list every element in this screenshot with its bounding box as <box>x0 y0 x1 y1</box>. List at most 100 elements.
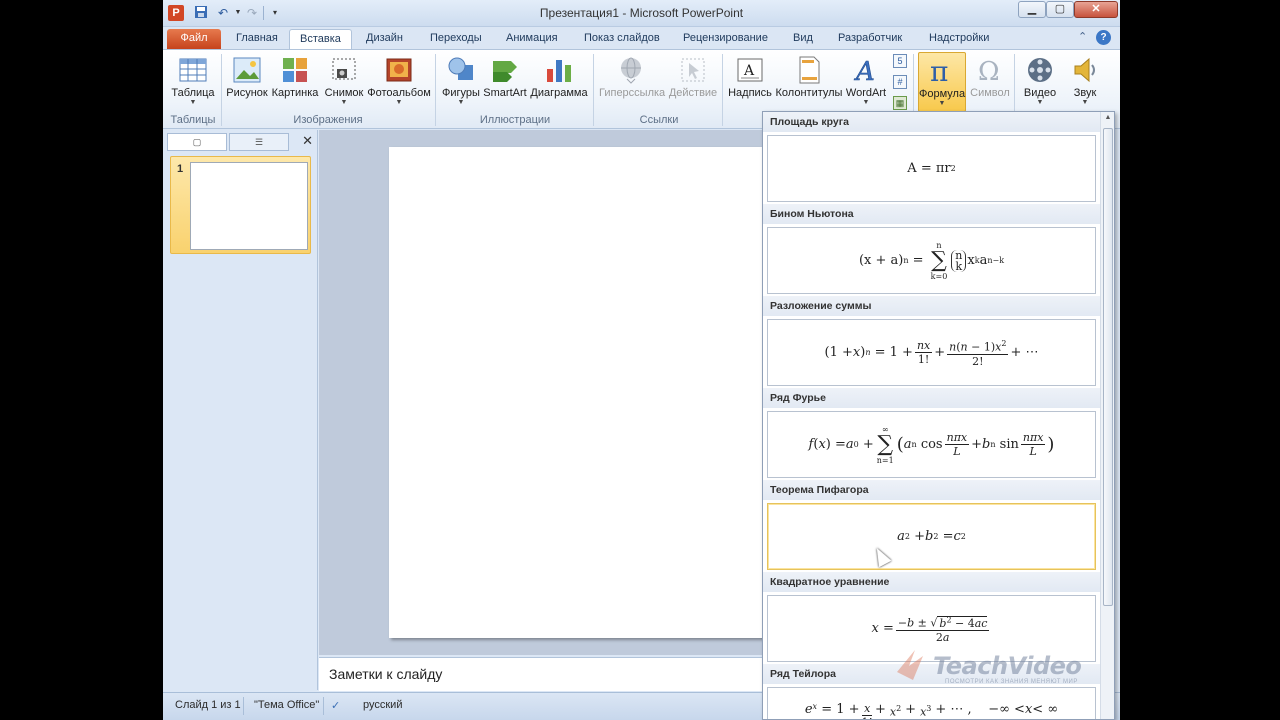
screenshot-button[interactable]: Снимок ▼ <box>322 52 366 112</box>
action-label: Действие <box>668 87 718 99</box>
textbox-label: Надпись <box>728 87 772 99</box>
gallery-item-title: Квадратное уравнение <box>763 572 1101 592</box>
clipart-icon <box>283 58 307 82</box>
close-button[interactable]: ✕ <box>1074 1 1118 18</box>
hyperlink-button[interactable]: Гиперссылка <box>599 52 665 112</box>
equation-preview[interactable]: (x + a) n = n ∑ k=0 n k x k a n−k <box>767 227 1096 294</box>
tab-insert[interactable]: Вставка <box>289 29 352 49</box>
textbox-icon: A <box>737 58 763 82</box>
tab-animations[interactable]: Анимация <box>496 29 568 49</box>
gallery-item-circle-area[interactable]: Площадь круга A = πr 2 <box>763 112 1101 202</box>
slide-canvas-area <box>319 130 779 655</box>
gallery-item-quadratic[interactable]: Квадратное уравнение x = −b ± √ b2 − 4ac 2a <box>763 572 1101 662</box>
window-title: Презентация1 - Microsoft PowerPoint <box>539 6 744 20</box>
equation-preview[interactable]: f(x) = a0 + ∞ ∑ n=1(a n cos nπx L + bn sin nπx L) <box>767 411 1096 478</box>
scroll-up-icon[interactable]: ▲ <box>1103 114 1113 124</box>
status-separator <box>323 697 324 715</box>
svg-text:A: A <box>743 63 755 79</box>
gallery-scrollbar[interactable]: ▲ <box>1100 112 1114 719</box>
equation-preview[interactable]: (1 + x) n = 1 + nx 1! + n(n − 1)x2 2! + ⋯ <box>767 319 1096 386</box>
photoalbum-button[interactable]: Фотоальбом ▼ <box>367 52 431 112</box>
tab-view[interactable]: Вид <box>783 29 823 49</box>
group-links-label: Ссылки <box>639 114 679 126</box>
slide-canvas[interactable] <box>389 147 779 638</box>
screenshot-dropdown-icon: ▼ <box>340 99 348 106</box>
group-separator <box>593 54 594 126</box>
group-illustrations-label: Иллюстрации <box>479 114 551 126</box>
headerfooter-button[interactable]: Колонтитулы <box>775 52 843 112</box>
screenshot-icon <box>332 58 356 80</box>
textbox-button[interactable]: A Надпись <box>727 52 773 112</box>
audio-button[interactable]: Звук ▼ <box>1064 52 1106 112</box>
shapes-button[interactable]: Фигуры ▼ <box>440 52 482 112</box>
slide-thumbnail[interactable] <box>190 162 308 250</box>
chart-button[interactable]: Диаграмма <box>529 52 589 112</box>
screenshot-label: Снимок <box>324 87 364 99</box>
slide-number-icon[interactable]: # <box>893 75 907 89</box>
table-label: Таблица <box>171 87 215 99</box>
teachvideo-logo-icon <box>897 650 923 680</box>
tab-addins[interactable]: Надстройки <box>919 29 999 49</box>
video-button[interactable]: Видео ▼ <box>1018 52 1062 112</box>
status-separator <box>243 697 244 715</box>
video-label: Видео <box>1023 87 1057 99</box>
object-icon[interactable]: ▦ <box>893 96 907 110</box>
spellcheck-icon[interactable]: ✓ <box>331 699 340 712</box>
speaker-icon <box>1074 57 1095 83</box>
equation-button[interactable]: π Формула ▼ <box>918 52 966 112</box>
gallery-item-pythagoras[interactable]: Теорема Пифагора a2 + b2 = c2 <box>763 480 1101 570</box>
picture-button[interactable]: Рисунок <box>225 52 269 112</box>
pi-icon: π <box>930 56 948 86</box>
slide-thumbnail-selected[interactable] <box>170 156 311 254</box>
headerfooter-icon <box>799 56 820 84</box>
tab-slideshow[interactable]: Показ слайдов <box>574 29 670 49</box>
photoalbum-dropdown-icon: ▼ <box>395 99 403 106</box>
slides-tab-icon[interactable]: ▢ <box>167 133 227 151</box>
table-button[interactable]: Таблица ▼ <box>169 52 217 112</box>
tab-developer[interactable]: Разработчик <box>828 29 912 49</box>
status-slide-count: Слайд 1 из 1 <box>175 699 241 711</box>
ribbon-tabs: Файл Главная Вставка Дизайн Переходы Ани… <box>163 27 1120 49</box>
notes-pane[interactable]: Заметки к слайду <box>319 657 764 691</box>
scrollbar-thumb[interactable] <box>1103 128 1113 606</box>
tab-design[interactable]: Дизайн <box>356 29 413 49</box>
datetime-icon[interactable]: 5 <box>893 54 907 68</box>
hyperlink-icon <box>621 57 641 84</box>
help-icon[interactable]: ? <box>1096 30 1111 45</box>
shapes-icon <box>448 57 473 80</box>
title-bar: P ↶ ▼ ↷ ▾ Презентация1 - Microsoft Power… <box>163 0 1120 27</box>
status-theme[interactable]: "Тема Office" <box>254 699 319 711</box>
shapes-dropdown-icon: ▼ <box>457 99 465 106</box>
tab-transitions[interactable]: Переходы <box>420 29 492 49</box>
photoalbum-icon <box>386 58 412 82</box>
wordart-icon: A <box>854 57 875 85</box>
tab-review[interactable]: Рецензирование <box>673 29 778 49</box>
gallery-item-title: Площадь круга <box>763 112 1101 132</box>
notes-placeholder: Заметки к слайду <box>329 666 443 682</box>
equation-preview[interactable]: a2 + b2 = c2 <box>767 503 1096 570</box>
wordart-button[interactable]: A WordArt ▼ <box>844 52 888 112</box>
clipart-label: Картинка <box>271 87 319 99</box>
maximize-button[interactable]: ▢ <box>1046 1 1074 18</box>
minimize-ribbon-icon[interactable]: ⌃ <box>1078 30 1087 43</box>
minimize-button[interactable]: ▁ <box>1018 1 1046 18</box>
equation-preview[interactable]: A = πr 2 <box>767 135 1096 202</box>
tab-file[interactable]: Файл <box>167 29 221 49</box>
film-reel-icon <box>1028 58 1052 82</box>
gallery-item-binomial[interactable]: Бином Ньютона (x + a) n = n ∑ k=0 n k x k a n−k <box>763 204 1101 294</box>
status-language[interactable]: русский <box>363 699 402 711</box>
symbol-button[interactable]: Ω Символ <box>968 52 1012 112</box>
close-panel-icon[interactable]: ✕ <box>302 133 313 149</box>
group-separator <box>221 54 222 126</box>
smartart-button[interactable]: SmartArt <box>483 52 527 112</box>
gallery-item-fourier[interactable]: Ряд Фурье f(x) = a0 + ∞ ∑ n=1(a n cos nπx L + b… <box>763 388 1101 478</box>
action-button[interactable]: Действие <box>667 52 719 112</box>
teachvideo-watermark: TeachVideo ПОСМОТРИ КАК ЗНАНИЯ МЕНЯЮТ МИ… <box>893 644 1093 689</box>
symbol-label: Символ <box>970 87 1010 99</box>
picture-label: Рисунок <box>226 87 268 99</box>
clipart-button[interactable]: Картинка <box>271 52 319 112</box>
outline-tab-icon[interactable]: ☰ <box>229 133 289 151</box>
equation-preview[interactable]: ex = 1 +x1!+x22!+x33!+ ⋯ , −∞ < x < ∞ <box>767 687 1096 719</box>
tab-home[interactable]: Главная <box>226 29 288 49</box>
gallery-item-sum-expansion[interactable]: Разложение суммы (1 + x) n = 1 + nx 1! + n(n … <box>763 296 1101 386</box>
